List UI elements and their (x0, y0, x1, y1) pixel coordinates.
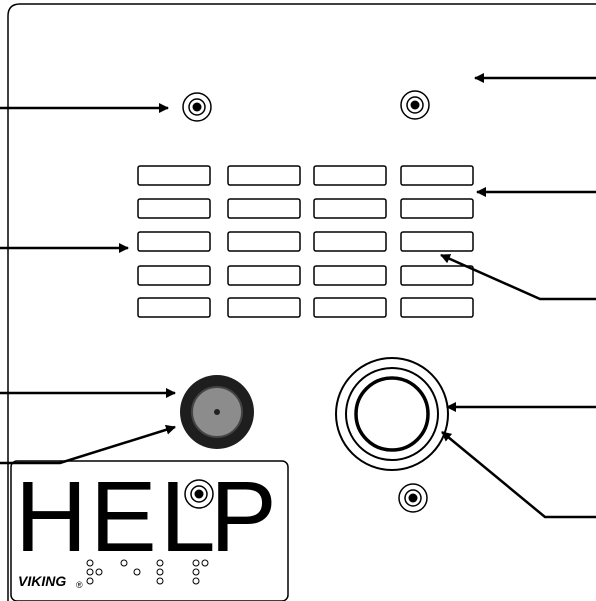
grille-slot (313, 165, 387, 186)
call-button (335, 357, 449, 471)
grille-slot (313, 265, 387, 286)
braille-dot (86, 559, 94, 567)
speaker-grille (137, 165, 474, 318)
braille-dot (201, 559, 209, 567)
grille-slot (137, 165, 211, 186)
grille-slot (400, 231, 474, 252)
grille-slot (227, 165, 301, 186)
mounting-screw-help-sign (184, 479, 214, 509)
grille-slot (137, 265, 211, 286)
callout-arrow-right-button-ring (441, 431, 596, 519)
braille-dot (86, 568, 94, 576)
braille-dot (192, 559, 200, 567)
help-letter-l: L (160, 461, 216, 573)
help-sign: H E L P VIKING ® (10, 460, 289, 601)
registered-mark: ® (76, 580, 83, 590)
grille-slot (227, 265, 301, 286)
braille-dot (86, 577, 94, 585)
grille-slot (227, 231, 301, 252)
brand-logo: VIKING (18, 573, 66, 589)
braille-dot (156, 559, 164, 567)
intercom-panel-diagram: H E L P VIKING ® (0, 3, 596, 601)
mounting-screw-top-left (182, 92, 212, 122)
braille-dot (133, 568, 141, 576)
grille-slot (400, 297, 474, 318)
braille-dot (156, 568, 164, 576)
grille-slot (400, 165, 474, 186)
braille-dot (120, 559, 128, 567)
braille-dot (192, 568, 200, 576)
grille-slot (400, 265, 474, 286)
help-letter-e: E (90, 461, 157, 573)
braille-dot (156, 577, 164, 585)
grille-slot (313, 198, 387, 219)
grille-slot (137, 198, 211, 219)
grille-slot (227, 198, 301, 219)
braille-dot (95, 568, 103, 576)
grille-slot (227, 297, 301, 318)
grille-slot (313, 231, 387, 252)
grille-slot (400, 198, 474, 219)
help-letter-p: P (210, 461, 277, 573)
camera-icon (180, 375, 254, 449)
braille-dot (192, 577, 200, 585)
grille-slot (313, 297, 387, 318)
mounting-screw-top-right (400, 90, 430, 120)
grille-slot (137, 297, 211, 318)
grille-slot (137, 231, 211, 252)
help-letter-h: H (15, 461, 87, 573)
callout-arrow-left-camera-lens (0, 424, 176, 465)
mounting-screw-bottom-right (398, 483, 428, 513)
